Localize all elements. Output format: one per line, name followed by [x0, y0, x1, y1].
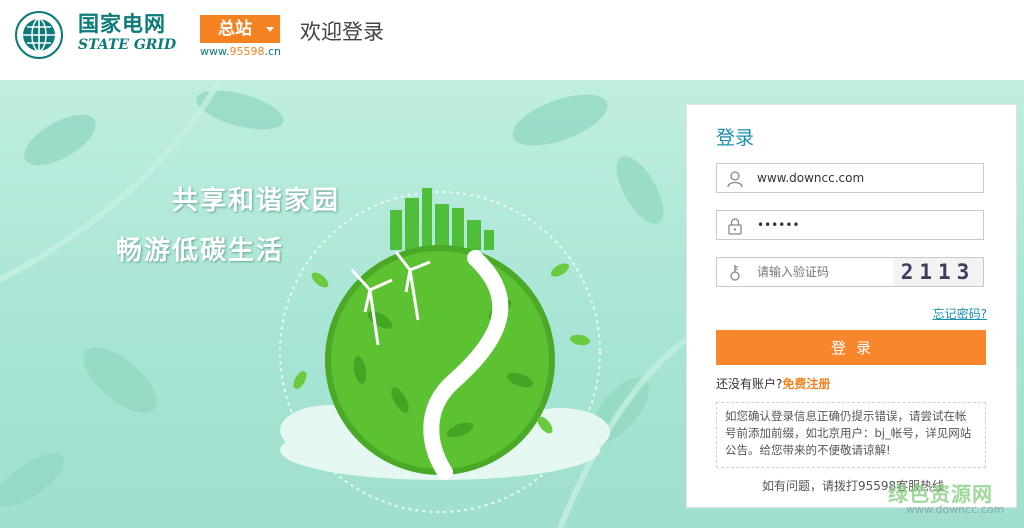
- site-header: 国家电网 STATE GRID 总站 www.95598.cn 欢迎登录: [0, 0, 1024, 80]
- password-input[interactable]: [757, 211, 977, 239]
- captcha-code: 2113: [900, 260, 976, 284]
- lock-icon: [726, 217, 744, 235]
- brand-name-cn: 国家电网: [78, 12, 166, 36]
- site-url-number: 95598: [229, 45, 265, 58]
- page-title: 欢迎登录: [300, 20, 384, 44]
- register-link[interactable]: 免费注册: [782, 377, 830, 391]
- forgot-password-link[interactable]: 忘记密码?: [933, 305, 987, 322]
- banner-slogan-2: 畅游低碳生活: [116, 236, 285, 266]
- user-icon: [726, 170, 744, 188]
- login-panel: 登录 2113 忘记密码? 登录 还没有账户?免费注册 如您确认登录信息正确仍提…: [686, 104, 1017, 508]
- brand-name[interactable]: 国家电网 STATE GRID: [78, 12, 176, 54]
- chevron-down-icon: [266, 27, 274, 32]
- site-url-suffix: .cn: [264, 45, 282, 58]
- brand-name-en: STATE GRID: [78, 37, 177, 53]
- watermark-url: www.downcc.com: [906, 503, 1005, 516]
- site-selector-label: 总站: [218, 19, 252, 39]
- username-input[interactable]: [757, 164, 977, 192]
- site-url[interactable]: www.95598.cn: [200, 45, 281, 58]
- no-account-text: 还没有账户?: [716, 377, 783, 391]
- login-notice: 如您确认登录信息正确仍提示错误，请尝试在帐号前添加前缀，如北京用户：bj_帐号，…: [716, 402, 986, 468]
- site-selector-button[interactable]: 总站: [200, 15, 280, 43]
- username-field[interactable]: [716, 163, 984, 193]
- state-grid-logo-icon: [14, 10, 64, 60]
- captcha-field[interactable]: 2113: [716, 257, 984, 287]
- captcha-image[interactable]: 2113: [893, 258, 983, 286]
- password-field[interactable]: [716, 210, 984, 240]
- register-prompt: 还没有账户?免费注册: [716, 375, 830, 392]
- site-url-prefix: www.: [200, 45, 230, 58]
- banner-slogan-1: 共享和谐家园: [172, 186, 341, 216]
- login-title: 登录: [716, 127, 755, 149]
- key-icon: [726, 264, 744, 282]
- login-button[interactable]: 登录: [716, 330, 986, 365]
- captcha-input[interactable]: [757, 258, 887, 286]
